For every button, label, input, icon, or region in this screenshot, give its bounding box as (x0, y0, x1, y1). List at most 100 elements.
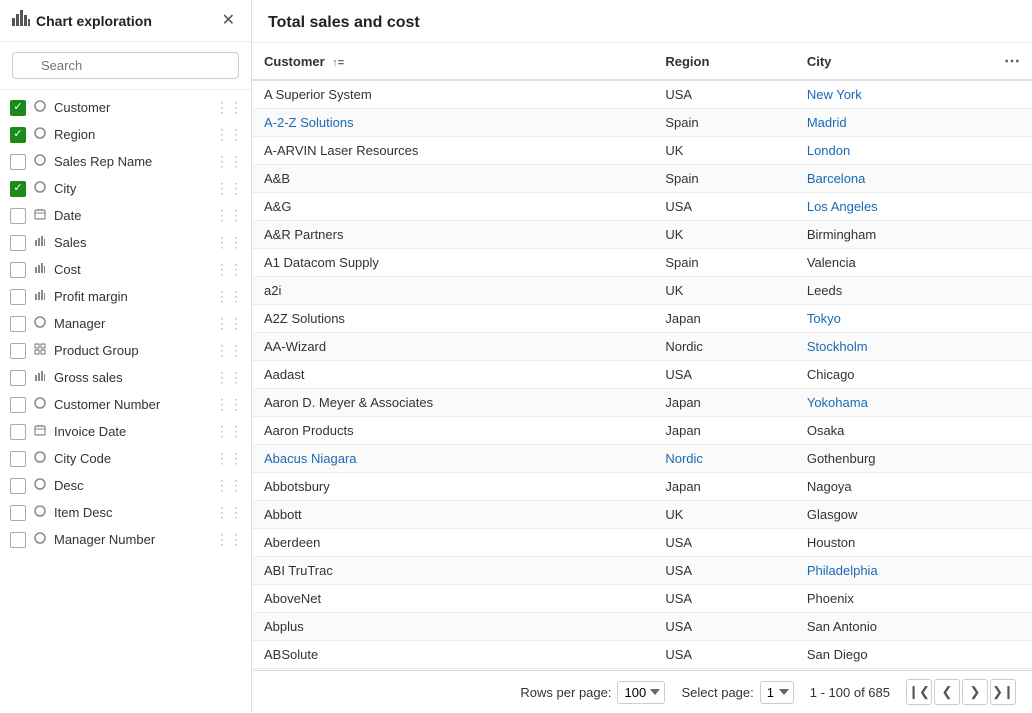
sidebar-item-cost[interactable]: Cost ⋮⋮ (0, 256, 251, 283)
field-list: Customer ⋮⋮ Region ⋮⋮ Sales Rep Name ⋮⋮ … (0, 90, 251, 713)
rows-per-page-section: Rows per page: 100 10 25 50 (520, 681, 665, 704)
cell-extra (992, 529, 1032, 557)
last-page-button[interactable]: ❯❙ (990, 679, 1016, 705)
prev-page-button[interactable]: ❮ (934, 679, 960, 705)
checkbox-gross-sales[interactable] (10, 370, 26, 386)
drag-handle-sales-rep-name[interactable]: ⋮⋮ (215, 153, 243, 170)
cell-extra (992, 445, 1032, 473)
cell-city[interactable]: Los Angeles (795, 193, 992, 221)
sidebar-item-customer-number[interactable]: Customer Number ⋮⋮ (0, 391, 251, 418)
type-icon-product-group (32, 343, 48, 358)
sidebar-item-profit-margin[interactable]: Profit margin ⋮⋮ (0, 283, 251, 310)
sidebar-item-customer[interactable]: Customer ⋮⋮ (0, 94, 251, 121)
cell-city[interactable]: Madrid (795, 109, 992, 137)
col-more[interactable]: ⋯ (992, 43, 1032, 80)
drag-handle-profit-margin[interactable]: ⋮⋮ (215, 288, 243, 305)
checkbox-customer-number[interactable] (10, 397, 26, 413)
drag-handle-item-desc[interactable]: ⋮⋮ (215, 504, 243, 521)
checkbox-city-code[interactable] (10, 451, 26, 467)
cell-customer: Aaron Products (252, 417, 653, 445)
sidebar-title: Chart exploration (36, 13, 152, 29)
more-options-icon[interactable]: ⋯ (1004, 53, 1020, 70)
search-input[interactable] (12, 52, 239, 79)
checkbox-manager[interactable] (10, 316, 26, 332)
cell-city[interactable]: Philadelphia (795, 557, 992, 585)
cell-city[interactable]: Tokyo (795, 305, 992, 333)
col-customer[interactable]: Customer ↑= (252, 43, 653, 80)
drag-handle-customer-number[interactable]: ⋮⋮ (215, 396, 243, 413)
cell-city[interactable]: London (795, 137, 992, 165)
cell-extra (992, 193, 1032, 221)
cell-region[interactable]: Nordic (653, 445, 794, 473)
cell-customer[interactable]: A-2-Z Solutions (252, 109, 653, 137)
next-page-button[interactable]: ❯ (962, 679, 988, 705)
cell-region: Spain (653, 109, 794, 137)
drag-handle-product-group[interactable]: ⋮⋮ (215, 342, 243, 359)
cell-region: USA (653, 529, 794, 557)
sidebar-item-manager-number[interactable]: Manager Number ⋮⋮ (0, 526, 251, 553)
close-button[interactable]: ✕ (218, 11, 239, 31)
checkbox-sales[interactable] (10, 235, 26, 251)
select-page-select[interactable]: 1 2 3 (760, 681, 794, 704)
sidebar-item-product-group[interactable]: Product Group ⋮⋮ (0, 337, 251, 364)
sidebar-item-manager[interactable]: Manager ⋮⋮ (0, 310, 251, 337)
drag-handle-gross-sales[interactable]: ⋮⋮ (215, 369, 243, 386)
sidebar-item-city[interactable]: City ⋮⋮ (0, 175, 251, 202)
search-input-wrap (12, 52, 239, 79)
page-count-section: 1 - 100 of 685 (810, 685, 890, 700)
table-row: A-ARVIN Laser Resources UK London (252, 137, 1032, 165)
checkbox-profit-margin[interactable] (10, 289, 26, 305)
col-region[interactable]: Region (653, 43, 794, 80)
checkbox-city[interactable] (10, 181, 26, 197)
checkbox-product-group[interactable] (10, 343, 26, 359)
field-name-manager-number: Manager Number (54, 532, 209, 547)
drag-handle-customer[interactable]: ⋮⋮ (215, 99, 243, 116)
sidebar-item-item-desc[interactable]: Item Desc ⋮⋮ (0, 499, 251, 526)
checkbox-desc[interactable] (10, 478, 26, 494)
sidebar-item-date[interactable]: Date ⋮⋮ (0, 202, 251, 229)
table-row: A&B Spain Barcelona (252, 165, 1032, 193)
table-row: A&G USA Los Angeles (252, 193, 1032, 221)
drag-handle-city[interactable]: ⋮⋮ (215, 180, 243, 197)
rows-per-page-select[interactable]: 100 10 25 50 (617, 681, 665, 704)
cell-extra (992, 221, 1032, 249)
sidebar-item-sales-rep-name[interactable]: Sales Rep Name ⋮⋮ (0, 148, 251, 175)
checkbox-manager-number[interactable] (10, 532, 26, 548)
field-name-invoice-date: Invoice Date (54, 424, 209, 439)
drag-handle-invoice-date[interactable]: ⋮⋮ (215, 423, 243, 440)
drag-handle-cost[interactable]: ⋮⋮ (215, 261, 243, 278)
checkbox-cost[interactable] (10, 262, 26, 278)
sidebar-item-sales[interactable]: Sales ⋮⋮ (0, 229, 251, 256)
sidebar-item-city-code[interactable]: City Code ⋮⋮ (0, 445, 251, 472)
cell-customer: ABSolute (252, 641, 653, 669)
drag-handle-manager-number[interactable]: ⋮⋮ (215, 531, 243, 548)
checkbox-invoice-date[interactable] (10, 424, 26, 440)
drag-handle-manager[interactable]: ⋮⋮ (215, 315, 243, 332)
cell-city[interactable]: New York (795, 80, 992, 109)
cell-customer[interactable]: Abacus Niagara (252, 445, 653, 473)
drag-handle-sales[interactable]: ⋮⋮ (215, 234, 243, 251)
drag-handle-desc[interactable]: ⋮⋮ (215, 477, 243, 494)
drag-handle-region[interactable]: ⋮⋮ (215, 126, 243, 143)
sidebar-item-gross-sales[interactable]: Gross sales ⋮⋮ (0, 364, 251, 391)
checkbox-sales-rep-name[interactable] (10, 154, 26, 170)
cell-city[interactable]: Stockholm (795, 333, 992, 361)
checkbox-item-desc[interactable] (10, 505, 26, 521)
cell-city[interactable]: Yokohama (795, 389, 992, 417)
checkbox-customer[interactable] (10, 100, 26, 116)
table-row: Abbotsbury Japan Nagoya (252, 473, 1032, 501)
sidebar-item-invoice-date[interactable]: Invoice Date ⋮⋮ (0, 418, 251, 445)
field-name-city-code: City Code (54, 451, 209, 466)
cell-region: Spain (653, 165, 794, 193)
first-page-button[interactable]: ❙❮ (906, 679, 932, 705)
checkbox-date[interactable] (10, 208, 26, 224)
sidebar-item-desc[interactable]: Desc ⋮⋮ (0, 472, 251, 499)
sidebar-item-region[interactable]: Region ⋮⋮ (0, 121, 251, 148)
cell-city[interactable]: Barcelona (795, 165, 992, 193)
cell-region: UK (653, 137, 794, 165)
drag-handle-date[interactable]: ⋮⋮ (215, 207, 243, 224)
cell-extra (992, 613, 1032, 641)
drag-handle-city-code[interactable]: ⋮⋮ (215, 450, 243, 467)
col-city[interactable]: City (795, 43, 992, 80)
checkbox-region[interactable] (10, 127, 26, 143)
